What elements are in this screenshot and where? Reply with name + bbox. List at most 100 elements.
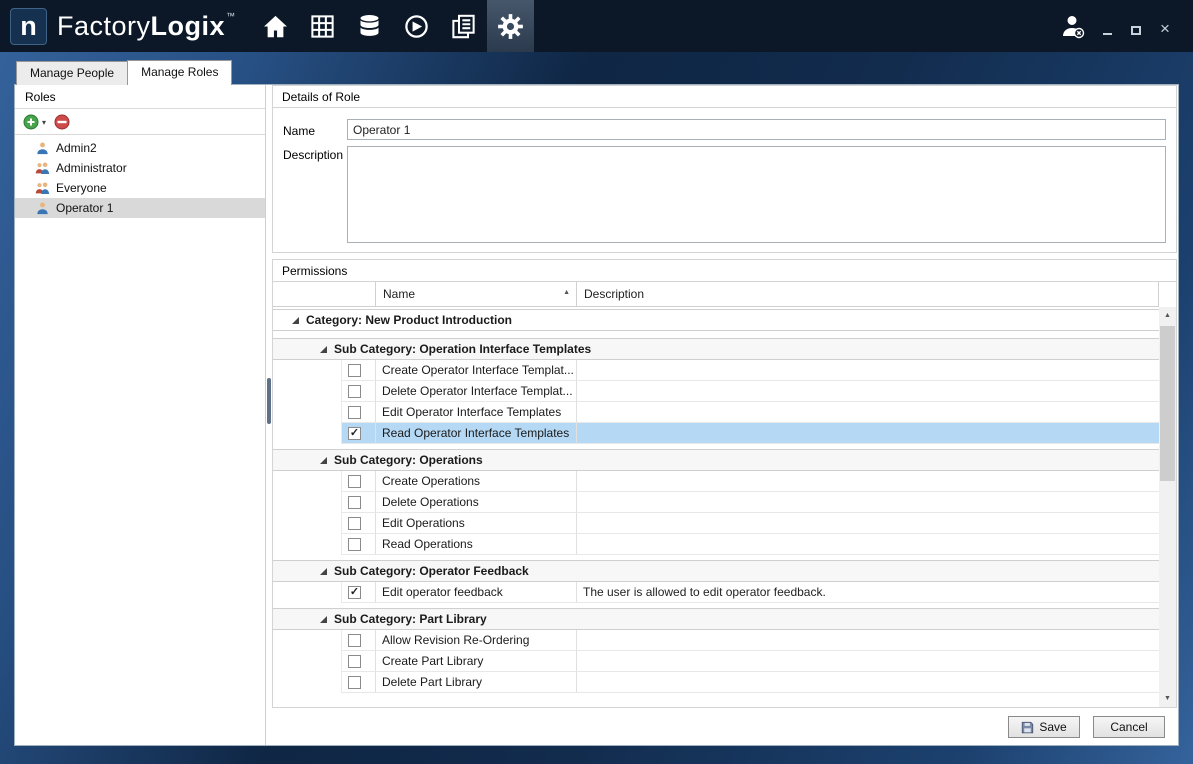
role-item-operator-1[interactable]: Operator 1 bbox=[15, 198, 265, 218]
row-indent bbox=[273, 360, 341, 381]
permission-row[interactable]: Create Operator Interface Templat... bbox=[273, 360, 1159, 381]
tab-bar: Manage People Manage Roles bbox=[16, 60, 232, 85]
maximize-button[interactable] bbox=[1128, 22, 1144, 40]
permission-row[interactable]: Delete Part Library bbox=[273, 672, 1159, 693]
splitter-handle[interactable] bbox=[267, 378, 271, 424]
permission-checkbox[interactable] bbox=[348, 475, 361, 488]
role-item-admin2[interactable]: Admin2 bbox=[15, 138, 265, 158]
column-header-name[interactable]: Name ▲ bbox=[376, 282, 577, 306]
row-indent bbox=[273, 534, 341, 555]
vertical-scrollbar[interactable]: ▲ ▼ bbox=[1159, 307, 1176, 707]
remove-role-button[interactable] bbox=[54, 114, 70, 130]
permission-row[interactable]: Delete Operator Interface Templat... bbox=[273, 381, 1159, 402]
permission-description bbox=[577, 402, 1159, 423]
permission-checkbox[interactable] bbox=[348, 496, 361, 509]
category-row[interactable]: Category: New Product Introduction bbox=[273, 309, 1159, 331]
permission-row[interactable]: Create Part Library bbox=[273, 651, 1159, 672]
subcategory-label: Sub Category: Operator Feedback bbox=[334, 564, 529, 578]
row-indent bbox=[273, 381, 341, 402]
row-indent bbox=[273, 513, 341, 534]
permission-checkbox[interactable]: ✓ bbox=[348, 586, 361, 599]
add-role-dropdown-icon[interactable]: ▾ bbox=[42, 118, 46, 127]
add-role-button[interactable] bbox=[23, 114, 39, 130]
role-item-everyone[interactable]: Everyone bbox=[15, 178, 265, 198]
app-title: FactoryLogix™ bbox=[57, 11, 236, 42]
cancel-button[interactable]: Cancel bbox=[1093, 716, 1165, 738]
expander-icon[interactable] bbox=[320, 346, 327, 353]
tab-manage-roles[interactable]: Manage Roles bbox=[127, 60, 232, 85]
user-single-icon bbox=[35, 141, 50, 156]
row-indent bbox=[273, 492, 341, 513]
user-status-icon[interactable] bbox=[1058, 12, 1086, 40]
permission-checkbox[interactable] bbox=[348, 655, 361, 668]
permission-checkbox[interactable] bbox=[348, 676, 361, 689]
permission-checkbox[interactable] bbox=[348, 634, 361, 647]
app-logo-letter: n bbox=[20, 11, 37, 42]
factorylogix-window: n FactoryLogix™ × Manage People Manage R… bbox=[0, 0, 1193, 764]
permission-description bbox=[577, 651, 1159, 672]
scroll-down-button[interactable]: ▼ bbox=[1159, 690, 1176, 707]
permission-description bbox=[577, 492, 1159, 513]
production-icon[interactable] bbox=[299, 0, 346, 52]
role-item-administrator[interactable]: Administrator bbox=[15, 158, 265, 178]
app-logo: n bbox=[10, 8, 47, 45]
checkbox-cell bbox=[341, 381, 376, 402]
permission-row[interactable]: Create Operations bbox=[273, 471, 1159, 492]
subcategory-row[interactable]: Sub Category: Part Library bbox=[273, 608, 1159, 630]
permission-row[interactable]: ✓Edit operator feedbackThe user is allow… bbox=[273, 582, 1159, 603]
permission-name: Allow Revision Re-Ordering bbox=[376, 630, 577, 651]
permission-checkbox[interactable] bbox=[348, 406, 361, 419]
permission-checkbox[interactable] bbox=[348, 517, 361, 530]
app-title-part1: Factory bbox=[57, 11, 151, 41]
permission-checkbox[interactable] bbox=[348, 538, 361, 551]
permission-row[interactable]: Read Operations bbox=[273, 534, 1159, 555]
permission-row[interactable]: ✓ Read Operator Interface Templates bbox=[273, 423, 1159, 444]
column-header-description-label: Description bbox=[584, 287, 644, 301]
minimize-icon bbox=[1103, 33, 1112, 35]
permission-description bbox=[577, 672, 1159, 693]
permission-description bbox=[577, 423, 1159, 444]
permission-name: Read Operator Interface Templates bbox=[376, 423, 577, 444]
user-group-icon bbox=[35, 161, 50, 176]
save-button[interactable]: Save bbox=[1008, 716, 1080, 738]
checkbox-cell bbox=[341, 672, 376, 693]
scrollbar-track[interactable] bbox=[1159, 324, 1176, 690]
expander-icon[interactable] bbox=[320, 457, 327, 464]
expander-icon[interactable] bbox=[292, 317, 299, 324]
permission-row[interactable]: Allow Revision Re-Ordering bbox=[273, 630, 1159, 651]
column-header-description[interactable]: Description bbox=[577, 282, 1159, 306]
permission-checkbox[interactable] bbox=[348, 364, 361, 377]
permission-row[interactable]: Delete Operations bbox=[273, 492, 1159, 513]
expander-icon[interactable] bbox=[320, 568, 327, 575]
tab-manage-people[interactable]: Manage People bbox=[16, 61, 128, 85]
permission-row[interactable]: Edit Operator Interface Templates bbox=[273, 402, 1159, 423]
permission-checkbox[interactable] bbox=[348, 385, 361, 398]
sort-ascending-icon: ▲ bbox=[563, 289, 570, 296]
expander-icon[interactable] bbox=[320, 616, 327, 623]
checkbox-cell: ✓ bbox=[341, 423, 376, 444]
settings-icon[interactable] bbox=[487, 0, 534, 52]
subcategory-label: Sub Category: Part Library bbox=[334, 612, 487, 626]
role-description-input[interactable] bbox=[347, 146, 1166, 243]
panel-splitter[interactable] bbox=[266, 85, 272, 745]
subcategory-row[interactable]: Sub Category: Operator Feedback bbox=[273, 560, 1159, 582]
permission-row[interactable]: Edit Operations bbox=[273, 513, 1159, 534]
dispatch-icon[interactable] bbox=[393, 0, 440, 52]
subcategory-row[interactable]: Sub Category: Operations bbox=[273, 449, 1159, 471]
permission-description bbox=[577, 471, 1159, 492]
minimize-button[interactable] bbox=[1099, 22, 1115, 40]
subcategory-row[interactable]: Sub Category: Operation Interface Templa… bbox=[273, 338, 1159, 360]
scroll-up-button[interactable]: ▲ bbox=[1159, 307, 1176, 324]
role-name-input[interactable] bbox=[347, 119, 1166, 140]
permissions-table-body: Category: New Product Introduction Sub Ca… bbox=[273, 307, 1176, 707]
permission-name: Create Operator Interface Templat... bbox=[376, 360, 577, 381]
permission-checkbox[interactable]: ✓ bbox=[348, 427, 361, 440]
scrollbar-thumb[interactable] bbox=[1160, 326, 1175, 481]
documents-icon[interactable] bbox=[440, 0, 487, 52]
home-icon[interactable] bbox=[252, 0, 299, 52]
data-icon[interactable] bbox=[346, 0, 393, 52]
row-indent bbox=[273, 423, 341, 444]
cancel-button-label: Cancel bbox=[1110, 720, 1147, 734]
permission-name: Delete Part Library bbox=[376, 672, 577, 693]
close-button[interactable]: × bbox=[1157, 23, 1173, 35]
